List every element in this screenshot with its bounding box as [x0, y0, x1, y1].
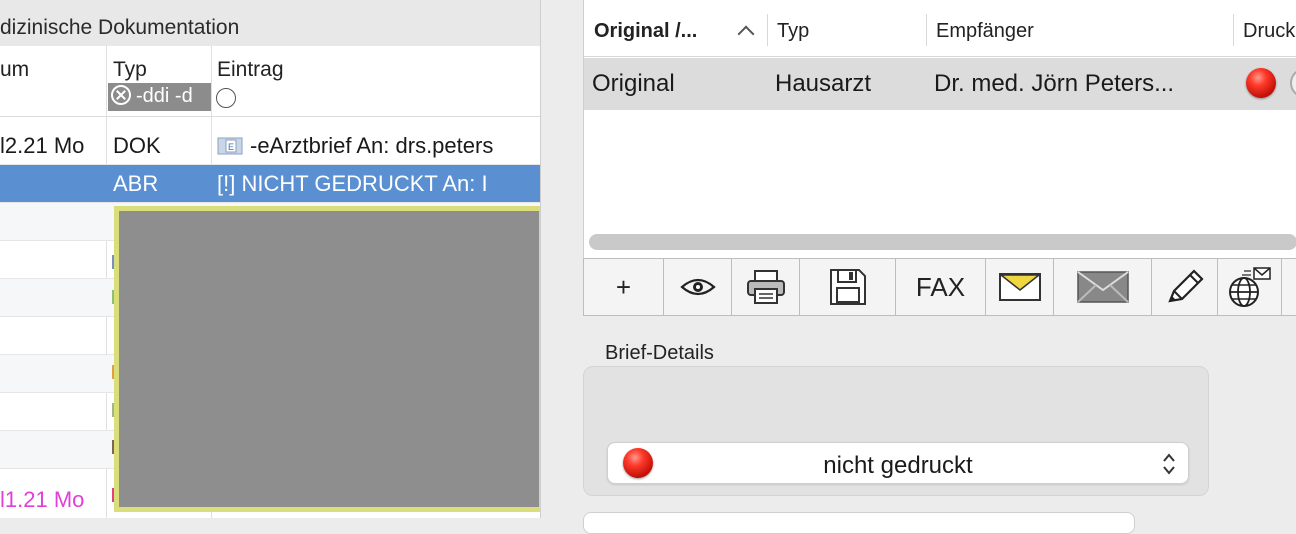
cell-empfaenger: Dr. med. Jörn Peters...: [934, 70, 1175, 97]
documentation-title: dizinische Dokumentation: [0, 16, 240, 39]
header-typ[interactable]: Typ: [777, 20, 809, 43]
globe-mail-icon: [1228, 267, 1271, 307]
documentation-titlebar: dizinische Dokumentation: [0, 0, 540, 46]
stepper-icon: [1163, 453, 1175, 475]
cell-original: Original: [592, 70, 675, 97]
documentation-column-header: um Typ Eintrag: [0, 46, 540, 117]
recipients-table: Original /... Typ Empfänger Druck Origin…: [583, 0, 1296, 258]
clear-filter-icon[interactable]: [111, 85, 131, 105]
save-button[interactable]: [800, 259, 896, 315]
edit-button[interactable]: [1152, 259, 1218, 315]
envelope-gray-icon: [1076, 271, 1129, 303]
svg-text:E: E: [228, 142, 234, 152]
brief-details-label: Brief-Details: [605, 342, 714, 364]
print-status-popup[interactable]: nicht gedruckt: [607, 442, 1189, 484]
header-druck[interactable]: Druck: [1243, 20, 1295, 43]
red-status-icon: [1246, 68, 1276, 98]
column-eintrag-label[interactable]: Eintrag: [217, 58, 284, 82]
radio-icon[interactable]: [216, 88, 236, 108]
row-typ: ABR: [113, 171, 159, 196]
header-separator: [926, 14, 927, 46]
email-button[interactable]: [986, 259, 1054, 315]
print-button[interactable]: [732, 259, 800, 315]
redacted-region: [114, 206, 544, 512]
table-row-selected[interactable]: ABR [!] NICHT GEDRUCKT An: I: [0, 165, 540, 203]
envelope-yellow-icon: [998, 273, 1041, 301]
e-letter-icon: E: [217, 137, 243, 155]
row-typ: DOK: [113, 133, 161, 158]
row-date: l2.21 Mo: [0, 133, 85, 158]
fax-button[interactable]: FAX: [896, 259, 986, 315]
print-status-value: nicht gedruckt: [823, 452, 973, 479]
typ-filter-text: -ddi -d: [136, 85, 193, 107]
cell-typ: Hausarzt: [775, 70, 872, 97]
pencil-icon: [1167, 269, 1204, 303]
header-empfaenger[interactable]: Empfänger: [936, 20, 1034, 43]
fax-label: FAX: [915, 271, 966, 302]
printer-icon: [746, 270, 785, 304]
typ-filter-field[interactable]: -ddi -d: [108, 83, 212, 111]
letter-panel: Original /... Typ Empfänger Druck Origin…: [540, 0, 1296, 534]
eye-icon: [679, 278, 716, 296]
preview-button[interactable]: [664, 259, 732, 315]
add-button[interactable]: +: [584, 259, 664, 315]
header-separator: [1233, 14, 1234, 46]
sort-chevron-icon[interactable]: [737, 25, 755, 43]
row-date: l1.21 Mo: [0, 487, 85, 512]
table-row[interactable]: l2.21 Mo DOK E -eArztbrief An: drs.peter…: [0, 127, 540, 165]
bottom-field[interactable]: [583, 512, 1135, 534]
horizontal-scrollbar[interactable]: [589, 234, 1296, 250]
letter-toolbar: + FAX: [583, 258, 1296, 316]
recipients-table-header: Original /... Typ Empfänger Druck: [584, 6, 1296, 57]
status-indicator-icon: [1290, 68, 1296, 98]
column-typ-label[interactable]: Typ: [113, 58, 147, 82]
header-separator: [767, 14, 768, 46]
web-send-button[interactable]: [1218, 259, 1282, 315]
row-eintrag: -eArztbrief An: drs.peters: [250, 133, 494, 158]
header-original[interactable]: Original /...: [594, 20, 697, 43]
mail-button[interactable]: [1054, 259, 1152, 315]
recipient-row[interactable]: Original Hausarzt Dr. med. Jörn Peters..…: [584, 58, 1296, 110]
column-datum-label[interactable]: um: [0, 58, 29, 82]
row-eintrag: [!] NICHT GEDRUCKT An: I: [217, 171, 488, 196]
add-label: +: [615, 271, 632, 302]
floppy-disk-icon: [829, 269, 866, 305]
